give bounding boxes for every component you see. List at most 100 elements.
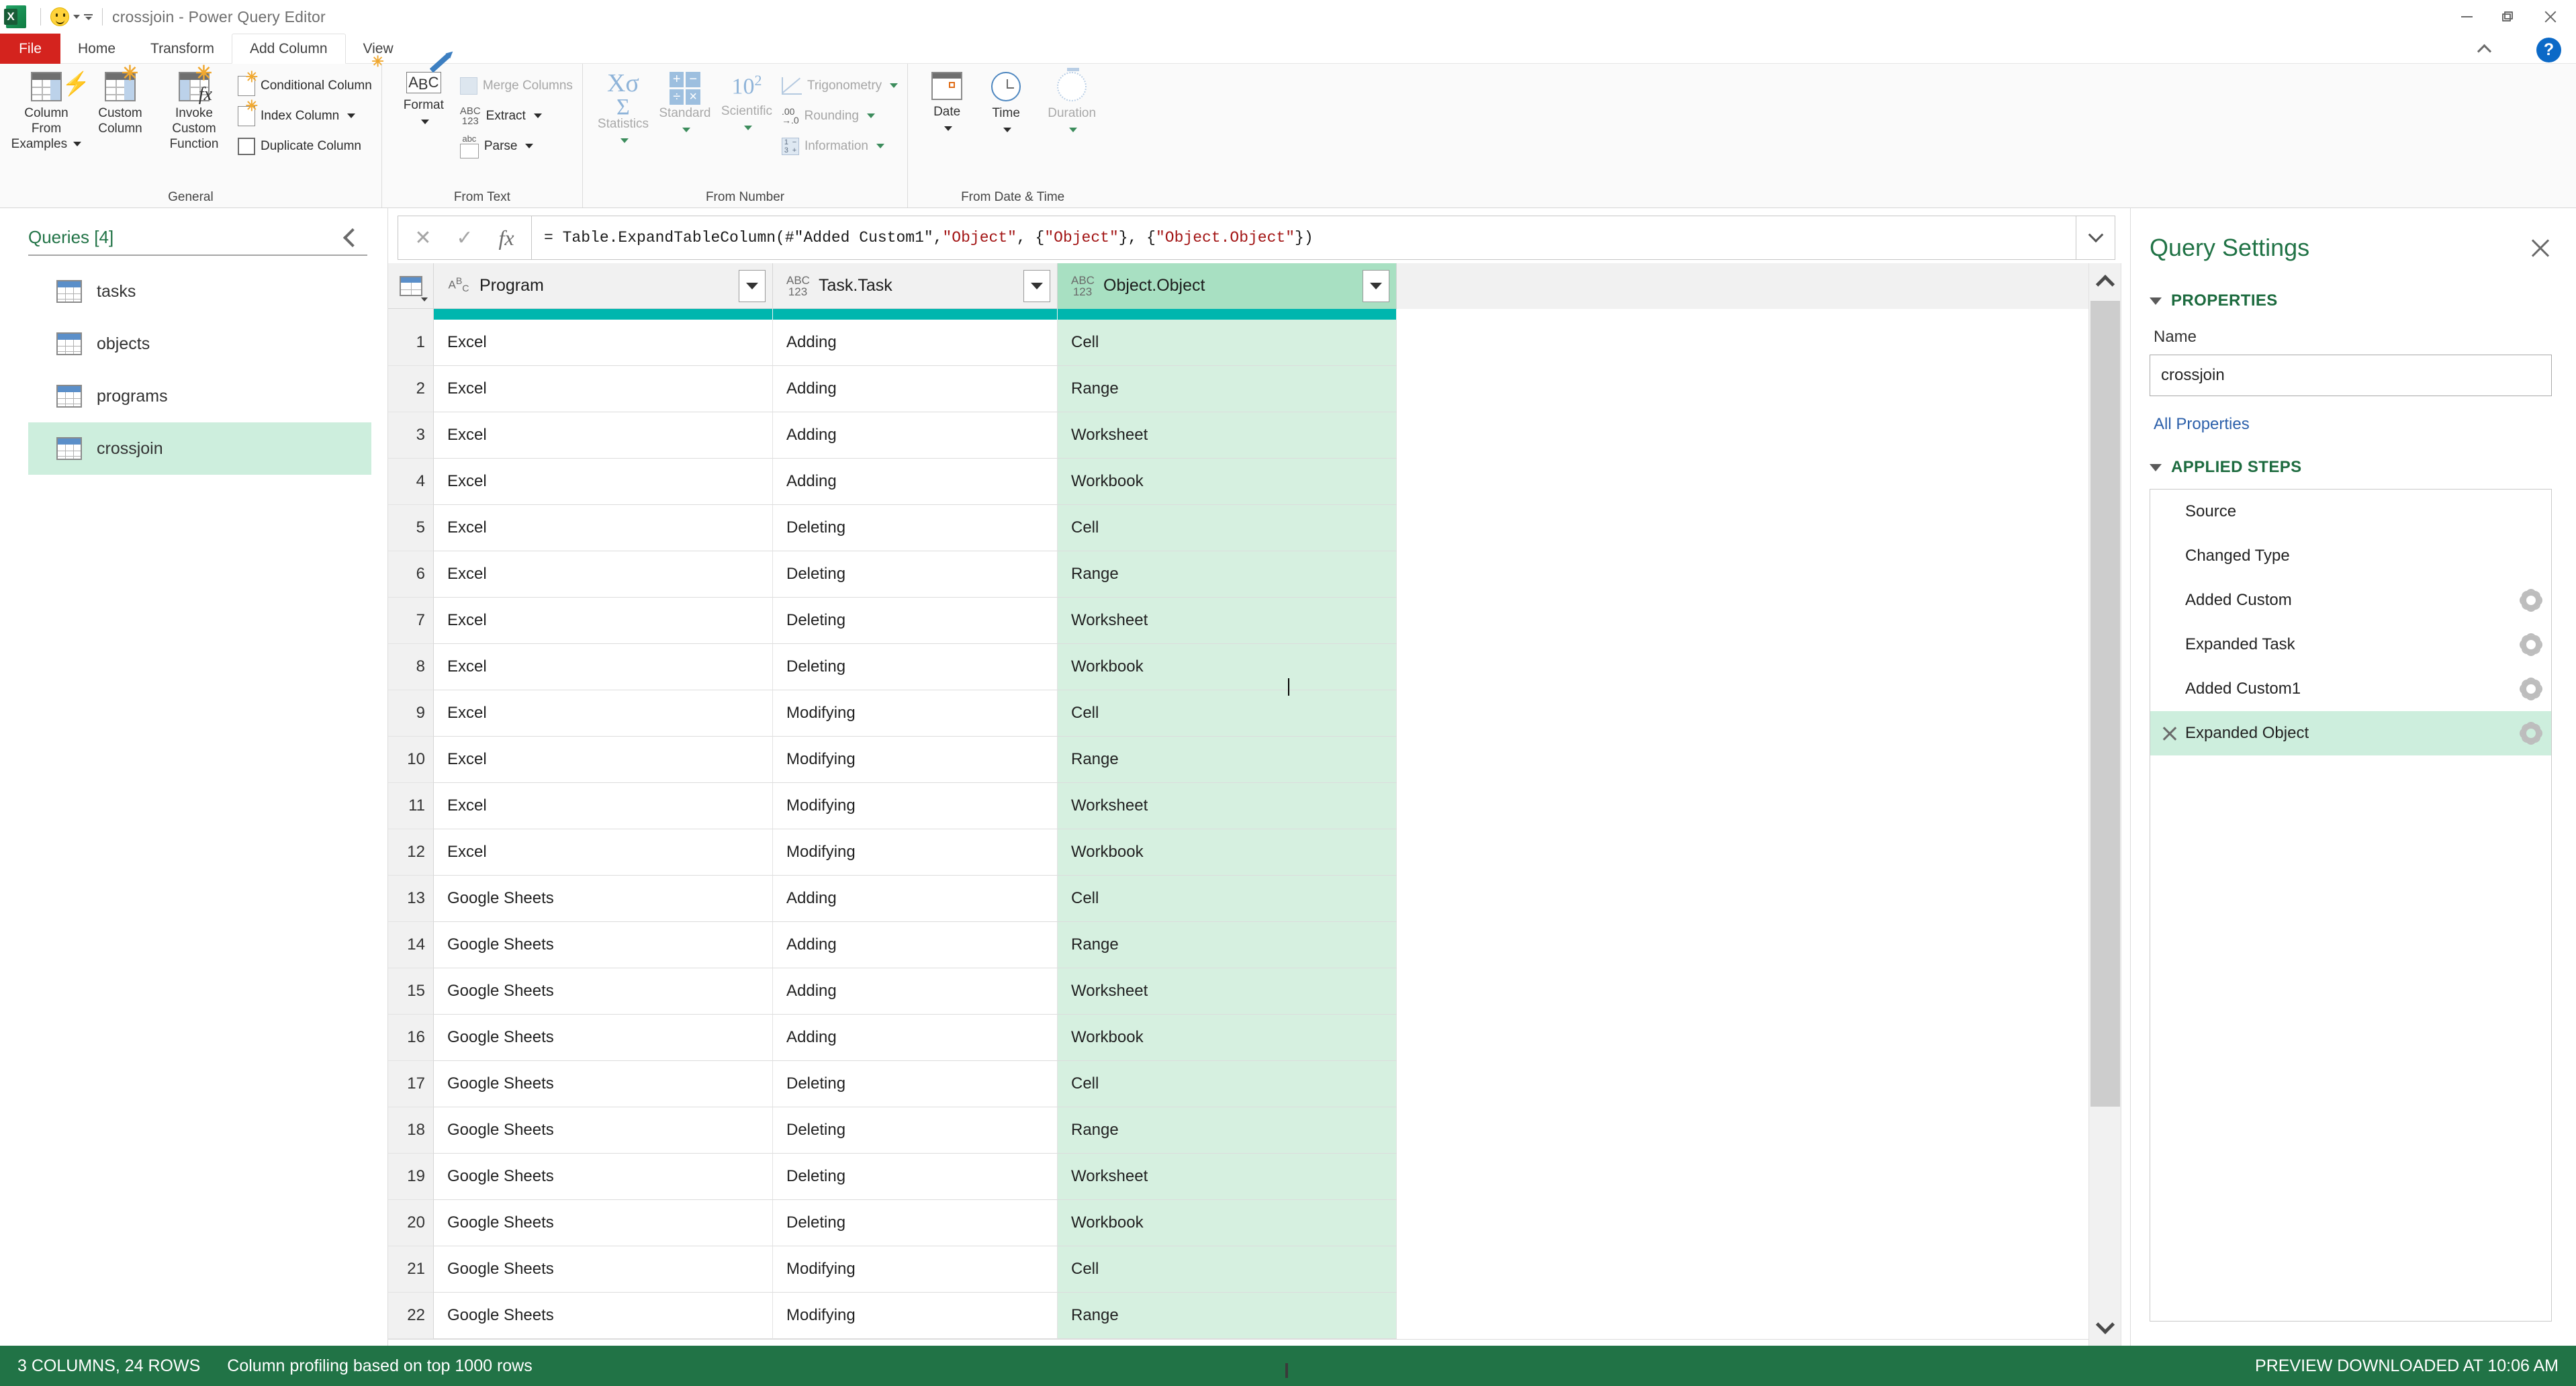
- table-cell-object-object[interactable]: Worksheet: [1058, 598, 1397, 644]
- chevron-down-icon[interactable]: [347, 113, 356, 118]
- column-filter-button-program[interactable]: [739, 269, 766, 302]
- chevron-down-icon[interactable]: [1003, 128, 1012, 132]
- table-cell-object-object[interactable]: Cell: [1058, 1246, 1397, 1293]
- invoke-custom-function-button[interactable]: ✳ fx Invoke Custom Function: [157, 64, 231, 152]
- table-row[interactable]: 3 Excel Adding Worksheet: [388, 412, 2088, 459]
- duplicate-column-button[interactable]: ✳ Duplicate Column: [238, 54, 384, 161]
- trigonometry-button[interactable]: Trigonometry: [781, 71, 899, 101]
- table-row[interactable]: 17 Google Sheets Deleting Cell: [388, 1061, 2088, 1107]
- quick-access-toolbar[interactable]: [50, 7, 93, 26]
- table-row[interactable]: 5 Excel Deleting Cell: [388, 505, 2088, 551]
- table-cell-program[interactable]: Google Sheets: [434, 922, 773, 968]
- query-item-crossjoin[interactable]: crossjoin: [28, 422, 371, 475]
- chevron-down-icon[interactable]: [682, 128, 690, 132]
- table-cell-task-task[interactable]: Modifying: [773, 690, 1058, 737]
- accept-check-icon[interactable]: ✓: [444, 217, 486, 259]
- table-cell-object-object[interactable]: Workbook: [1058, 829, 1397, 876]
- applied-step-changed-type[interactable]: Changed Type: [2150, 534, 2551, 578]
- table-cell-object-object[interactable]: Workbook: [1058, 459, 1397, 505]
- chevron-down-icon[interactable]: [876, 144, 884, 148]
- table-cell-task-task[interactable]: Deleting: [773, 1154, 1058, 1200]
- scroll-track[interactable]: [2089, 299, 2121, 1309]
- table-cell-program[interactable]: Excel: [434, 783, 773, 829]
- tab-transform[interactable]: Transform: [133, 34, 232, 64]
- table-cell-program[interactable]: Excel: [434, 320, 773, 366]
- table-cell-object-object[interactable]: Workbook: [1058, 1200, 1397, 1246]
- table-row[interactable]: 20 Google Sheets Deleting Workbook: [388, 1200, 2088, 1246]
- table-cell-object-object[interactable]: Range: [1058, 366, 1397, 412]
- grid-vertical-scrollbar[interactable]: [2088, 263, 2121, 1346]
- tab-add-column[interactable]: Add Column: [231, 34, 346, 64]
- standard-button[interactable]: + − ÷ × Standard: [654, 68, 716, 136]
- custom-column-button[interactable]: ✳ Custom Column: [83, 64, 157, 136]
- send-smile-icon[interactable]: [50, 7, 69, 26]
- delete-step-icon[interactable]: [2161, 725, 2178, 742]
- table-row[interactable]: 11 Excel Modifying Worksheet: [388, 783, 2088, 829]
- table-cell-task-task[interactable]: Deleting: [773, 1107, 1058, 1154]
- table-cell-program[interactable]: Google Sheets: [434, 1154, 773, 1200]
- table-cell-task-task[interactable]: Deleting: [773, 551, 1058, 598]
- table-cell-object-object[interactable]: Cell: [1058, 505, 1397, 551]
- table-cell-task-task[interactable]: Deleting: [773, 598, 1058, 644]
- applied-steps-section-header[interactable]: APPLIED STEPS: [2150, 458, 2557, 477]
- table-cell-object-object[interactable]: Worksheet: [1058, 968, 1397, 1015]
- gear-icon[interactable]: [2522, 680, 2540, 698]
- rounding-button[interactable]: .00 →.0 Rounding: [782, 101, 898, 131]
- table-row[interactable]: 18 Google Sheets Deleting Range: [388, 1107, 2088, 1154]
- table-cell-program[interactable]: Excel: [434, 366, 773, 412]
- table-cell-task-task[interactable]: Adding: [773, 320, 1058, 366]
- date-button[interactable]: Date: [917, 68, 976, 135]
- close-icon[interactable]: [2529, 236, 2552, 259]
- conditional-column-button[interactable]: ✳ Conditional Column: [238, 69, 372, 101]
- table-cell-task-task[interactable]: Deleting: [773, 505, 1058, 551]
- minimize-button[interactable]: [2446, 1, 2487, 33]
- table-cell-program[interactable]: Excel: [434, 644, 773, 690]
- table-cell-program[interactable]: Google Sheets: [434, 1293, 773, 1339]
- table-cell-object-object[interactable]: Workbook: [1058, 1015, 1397, 1061]
- column-filter-button-object[interactable]: [1363, 269, 1389, 302]
- chevron-down-icon[interactable]: [420, 120, 429, 124]
- time-button[interactable]: Time: [976, 68, 1036, 136]
- table-cell-object-object[interactable]: Cell: [1058, 690, 1397, 737]
- table-cell-task-task[interactable]: Modifying: [773, 783, 1058, 829]
- table-row[interactable]: 7 Excel Deleting Worksheet: [388, 598, 2088, 644]
- table-row[interactable]: 19 Google Sheets Deleting Worksheet: [388, 1154, 2088, 1200]
- table-row[interactable]: 14 Google Sheets Adding Range: [388, 922, 2088, 968]
- scroll-up-button[interactable]: [2089, 263, 2121, 299]
- table-cell-program[interactable]: Excel: [434, 690, 773, 737]
- table-cell-program[interactable]: Excel: [434, 598, 773, 644]
- table-cell-program[interactable]: Excel: [434, 829, 773, 876]
- table-row[interactable]: 8 Excel Deleting Workbook: [388, 644, 2088, 690]
- table-cell-object-object[interactable]: Range: [1058, 737, 1397, 783]
- query-name-input[interactable]: crossjoin: [2150, 355, 2552, 396]
- table-cell-object-object[interactable]: Cell: [1058, 876, 1397, 922]
- table-cell-task-task[interactable]: Modifying: [773, 1293, 1058, 1339]
- table-cell-object-object[interactable]: Workbook: [1058, 644, 1397, 690]
- applied-step-added-custom1[interactable]: Added Custom1: [2150, 667, 2551, 711]
- applied-step-added-custom[interactable]: Added Custom: [2150, 578, 2551, 622]
- table-cell-task-task[interactable]: Modifying: [773, 829, 1058, 876]
- column-header-object-object[interactable]: ABC 123 Object.Object: [1058, 263, 1397, 309]
- scroll-thumb[interactable]: [2090, 301, 2120, 1107]
- chevron-down-icon[interactable]: [73, 142, 82, 147]
- chevron-down-icon[interactable]: [73, 15, 80, 19]
- column-header-program[interactable]: ABC Program: [434, 263, 773, 309]
- chevron-down-icon[interactable]: [743, 126, 752, 131]
- table-cell-object-object[interactable]: Cell: [1058, 320, 1397, 366]
- table-cell-object-object[interactable]: Worksheet: [1058, 1154, 1397, 1200]
- table-cell-task-task[interactable]: Deleting: [773, 644, 1058, 690]
- gear-icon[interactable]: [2522, 591, 2540, 610]
- table-cell-program[interactable]: Google Sheets: [434, 1015, 773, 1061]
- table-row[interactable]: 15 Google Sheets Adding Worksheet: [388, 968, 2088, 1015]
- customize-quick-access-icon[interactable]: [84, 13, 93, 20]
- table-cell-object-object[interactable]: Worksheet: [1058, 412, 1397, 459]
- table-cell-program[interactable]: Excel: [434, 505, 773, 551]
- chevron-down-icon[interactable]: [944, 126, 953, 131]
- table-cell-task-task[interactable]: Adding: [773, 459, 1058, 505]
- table-cell-program[interactable]: Google Sheets: [434, 968, 773, 1015]
- table-cell-object-object[interactable]: Range: [1058, 922, 1397, 968]
- parse-button[interactable]: abc Parse: [459, 131, 573, 161]
- format-button[interactable]: ABC Format: [392, 53, 456, 128]
- query-item-objects[interactable]: objects: [28, 318, 371, 370]
- table-row[interactable]: 21 Google Sheets Modifying Cell: [388, 1246, 2088, 1293]
